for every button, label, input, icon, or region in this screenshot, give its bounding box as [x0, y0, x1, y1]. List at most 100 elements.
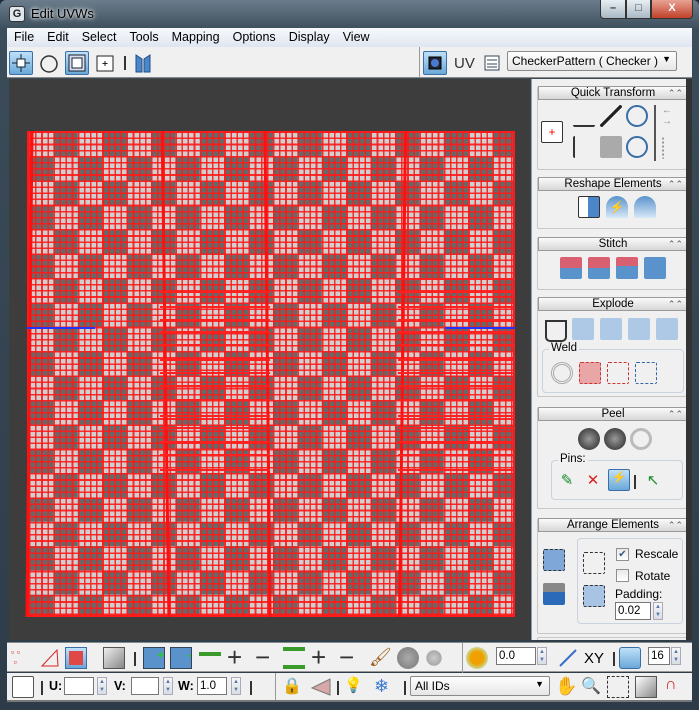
pack-together-icon[interactable]	[543, 583, 565, 605]
polygon-mode-icon[interactable]	[65, 647, 87, 669]
zoom-region-icon[interactable]	[607, 676, 629, 698]
pin-selected-icon[interactable]: ✎	[556, 471, 578, 493]
ring-icon[interactable]	[199, 652, 221, 674]
material-id-filter-dropdown[interactable]: All IDs ▼	[410, 676, 550, 696]
freeform-icon[interactable]	[93, 51, 117, 75]
falloff-linear-icon[interactable]	[557, 647, 579, 669]
v-input[interactable]	[131, 677, 159, 695]
rollout-header[interactable]: Stitch ⌃⌃	[538, 237, 688, 251]
zoom-extents-icon[interactable]	[635, 676, 657, 698]
space-horizontal-icon[interactable]: ← →	[662, 105, 684, 127]
flatten-by-smoothing-icon[interactable]	[628, 318, 650, 340]
auto-pin-moved-icon[interactable]: ⚡	[608, 469, 630, 491]
stitch-to-target-icon[interactable]	[560, 257, 582, 279]
align-vertical-icon[interactable]	[573, 136, 595, 158]
straighten-selection-icon[interactable]	[578, 196, 600, 218]
rescale-checkbox[interactable]: ✔	[616, 548, 629, 561]
menu-edit[interactable]: Edit	[40, 28, 75, 44]
weld-custom-icon[interactable]	[635, 362, 657, 384]
mirror-icon[interactable]	[131, 51, 155, 75]
ring-grow-icon[interactable]: +	[227, 644, 249, 670]
relax-icon[interactable]	[634, 196, 656, 218]
w-input[interactable]	[197, 677, 227, 695]
w-spinner[interactable]: ▲ ▼	[231, 677, 241, 695]
paint-shrink-icon[interactable]	[426, 650, 442, 666]
stitch-to-source-icon[interactable]	[616, 257, 638, 279]
rotate-icon[interactable]	[37, 51, 61, 75]
texture-dropdown[interactable]: CheckerPattern ( Checker ) ▼	[507, 51, 677, 71]
uv-axis-button[interactable]: UV	[454, 55, 475, 72]
rotate-checkbox[interactable]	[616, 569, 629, 582]
limit-selection-icon[interactable]	[619, 647, 641, 669]
u-input[interactable]	[64, 677, 94, 695]
panel-scrollbar[interactable]	[686, 79, 692, 640]
grid-value-input[interactable]	[648, 647, 670, 665]
u-spinner[interactable]: ▲ ▼	[97, 677, 107, 695]
uv-editor-viewport[interactable]	[9, 79, 530, 640]
padding-spinner[interactable]: ▲ ▼	[653, 602, 663, 620]
stitch-average-icon[interactable]	[588, 257, 610, 279]
rollout-header[interactable]: Arrange Elements ⌃⌃	[538, 518, 688, 532]
soft-select-spinner[interactable]: ▲ ▼	[537, 647, 547, 665]
weld-selected-icon[interactable]	[579, 362, 601, 384]
menu-mapping[interactable]: Mapping	[165, 28, 226, 44]
freeze-icon[interactable]: ❄	[374, 676, 396, 698]
absolute-offset-icon[interactable]	[12, 676, 34, 698]
lock-selection-icon[interactable]: 🔒	[282, 676, 304, 698]
pan-icon[interactable]: ✋	[555, 676, 577, 698]
relax-until-flat-icon[interactable]: ⚡	[606, 196, 628, 218]
maximize-button[interactable]: □	[626, 0, 651, 19]
uv-checker-mesh[interactable]	[27, 131, 515, 617]
pack-normalize-icon[interactable]	[543, 549, 565, 571]
padding-input[interactable]	[615, 602, 651, 620]
snap-magnet-icon[interactable]: ∩	[665, 676, 687, 698]
pack-custom-icon[interactable]	[583, 552, 605, 574]
menu-tools[interactable]: Tools	[122, 28, 164, 44]
menu-file[interactable]: File	[7, 28, 40, 44]
scale-icon[interactable]	[65, 51, 89, 75]
break-icon[interactable]	[545, 320, 567, 342]
loop-shrink-icon[interactable]: −	[339, 644, 361, 670]
soft-selection-icon[interactable]	[466, 647, 488, 669]
select-pins-icon[interactable]: ↖	[642, 471, 664, 493]
pack-normalize-small-icon[interactable]	[583, 585, 605, 607]
hide-icon[interactable]	[310, 676, 332, 698]
paint-select-icon[interactable]: 🖌	[369, 647, 392, 669]
align-horizontal-icon[interactable]	[573, 105, 595, 127]
menu-view[interactable]: View	[336, 28, 376, 44]
reset-peel-icon[interactable]	[630, 428, 652, 450]
lightbulb-icon[interactable]: 💡	[344, 676, 366, 698]
rotate-plus-90-icon[interactable]	[626, 136, 648, 158]
close-button[interactable]: X	[651, 0, 693, 19]
weld-target-icon[interactable]	[607, 362, 629, 384]
shrink-selection-icon[interactable]: -	[170, 647, 192, 669]
flatten-by-material-icon[interactable]	[600, 318, 622, 340]
flatten-custom-icon[interactable]	[656, 318, 678, 340]
rotate-minus-90-icon[interactable]	[626, 105, 648, 127]
flatten-by-angle-icon[interactable]	[572, 318, 594, 340]
uv-list-icon[interactable]	[480, 51, 504, 75]
unpin-selected-icon[interactable]: ✕	[582, 471, 604, 493]
ring-shrink-icon[interactable]: −	[255, 644, 277, 670]
align-linear-icon[interactable]	[600, 105, 622, 127]
paint-grow-icon[interactable]	[397, 647, 419, 669]
rollout-header[interactable]: Reshape Elements ⌃⌃	[538, 177, 688, 191]
rollout-header[interactable]: Explode ⌃⌃	[538, 297, 688, 311]
v-spinner[interactable]: ▲ ▼	[163, 677, 173, 695]
weld-threshold-icon[interactable]	[551, 362, 573, 384]
zoom-icon[interactable]: 🔍	[581, 676, 603, 698]
pelt-map-icon[interactable]	[604, 428, 626, 450]
minimize-button[interactable]: –	[600, 0, 626, 19]
app-icon[interactable]: G	[9, 6, 25, 22]
menu-select[interactable]: Select	[75, 28, 123, 44]
set-pivot-icon[interactable]: +	[541, 121, 563, 143]
space-vertical-icon[interactable]	[662, 137, 684, 159]
soft-select-value-input[interactable]	[496, 647, 536, 665]
element-mode-icon[interactable]	[103, 647, 125, 669]
menu-display[interactable]: Display	[282, 28, 336, 44]
loop-icon[interactable]	[283, 647, 305, 669]
falloff-space-xy-button[interactable]: XY	[584, 650, 604, 667]
quick-peel-icon[interactable]	[578, 428, 600, 450]
move-icon[interactable]	[9, 51, 33, 75]
edge-mode-icon[interactable]	[39, 647, 61, 669]
